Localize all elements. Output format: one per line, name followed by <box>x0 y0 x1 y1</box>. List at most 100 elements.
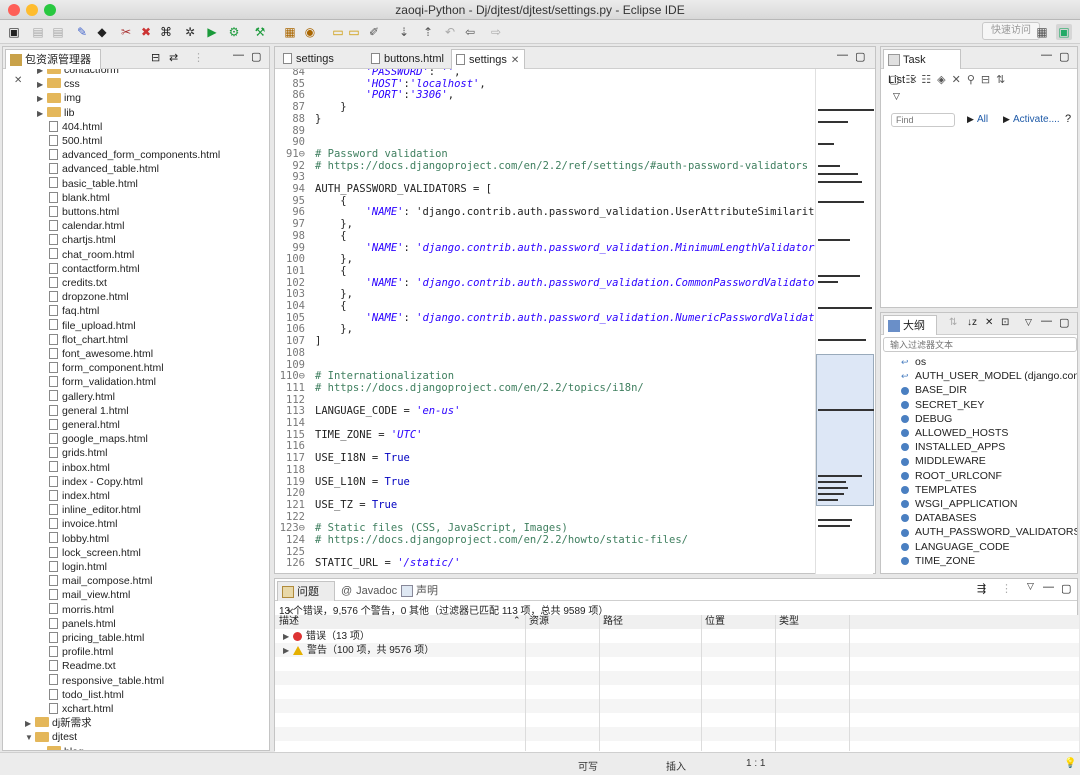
tree-file[interactable]: login.html <box>3 560 107 574</box>
outline-item[interactable]: ↩ os <box>881 355 926 369</box>
last-edit-icon[interactable]: ↶ <box>442 24 458 40</box>
code-line[interactable]: 102 'NAME': 'django.contrib.auth.passwor… <box>275 277 815 289</box>
code-line[interactable]: 109 <box>275 359 815 371</box>
minimap-viewport[interactable] <box>816 354 874 506</box>
code-line[interactable]: 105 'NAME': 'django.contrib.auth.passwor… <box>275 312 815 324</box>
tree-file[interactable]: responsive_table.html <box>3 674 164 688</box>
categorize-icon[interactable]: ☷ <box>905 74 921 86</box>
code-line[interactable]: 92 # https://docs.djangoproject.com/en/2.… <box>275 160 815 172</box>
maximize-icon[interactable]: ▢ <box>1061 582 1071 595</box>
column-path[interactable]: 路径 <box>603 615 623 629</box>
tree-file[interactable]: index - Copy.html <box>3 475 143 489</box>
outline-item[interactable]: WSGI_APPLICATION <box>881 497 1018 511</box>
filter-icon[interactable]: ↓z <box>967 317 977 328</box>
package-icon[interactable]: ▦ <box>282 24 298 40</box>
expand-all-icon[interactable]: ⊡ <box>1001 317 1009 328</box>
next-annotation-icon[interactable]: ⇣ <box>396 24 412 40</box>
tree-file[interactable]: font_awesome.html <box>3 347 153 361</box>
view-menu-chevron-down-icon[interactable]: ▽ <box>1027 581 1034 592</box>
chevron-right-icon[interactable]: ▶ <box>37 92 47 106</box>
tree-file[interactable]: xchart.html <box>3 702 113 716</box>
tree-file[interactable]: pricing_table.html <box>3 631 144 645</box>
tab-settings-1[interactable]: settings <box>279 49 365 69</box>
code-line[interactable]: 124 # https://docs.djangoproject.com/en/2… <box>275 534 815 546</box>
code-line[interactable]: 110⊖ # Internationalization <box>275 370 815 382</box>
maximize-icon[interactable]: ▢ <box>1059 316 1069 329</box>
column-description[interactable]: 描述 <box>279 615 299 629</box>
tree-file[interactable]: invoice.html <box>3 517 117 531</box>
code-line[interactable]: 123⊖ # Static files (CSS, JavaScript, Ima… <box>275 522 815 534</box>
tree-file[interactable]: credits.txt <box>3 276 107 290</box>
run-config-icon[interactable]: ⚙ <box>226 24 242 40</box>
tab-buttons-html[interactable]: buttons.html <box>367 49 451 69</box>
code-line[interactable]: 116 <box>275 440 815 452</box>
tree-file[interactable]: morris.html <box>3 603 114 617</box>
outline-item[interactable]: ALLOWED_HOSTS <box>881 426 1008 440</box>
build-icon[interactable]: ⌘ <box>158 24 174 40</box>
code-line[interactable]: 114 <box>275 417 815 429</box>
expand-arrow-icon[interactable]: ▶ <box>283 630 293 644</box>
tree-file[interactable]: contactform.html <box>3 262 140 276</box>
code-line[interactable]: 113 LANGUAGE_CODE = 'en-us' <box>275 405 815 417</box>
outline-item[interactable]: INSTALLED_APPS <box>881 440 1005 454</box>
new-icon[interactable]: ▣ <box>6 24 22 40</box>
tree-file[interactable]: basic_table.html <box>3 177 138 191</box>
tree-file[interactable]: general 1.html <box>3 404 129 418</box>
code-line[interactable]: 93 <box>275 171 815 183</box>
maximize-icon[interactable]: ▢ <box>251 50 261 63</box>
tree-file[interactable]: 404.html <box>3 120 102 134</box>
code-line[interactable]: 99 'NAME': 'django.contrib.auth.password… <box>275 242 815 254</box>
save-icon[interactable]: ▤ <box>30 24 46 40</box>
sort-chevron-up-icon[interactable]: ⌃ <box>513 615 521 626</box>
column-location[interactable]: 位置 <box>705 615 725 629</box>
link-editor-icon[interactable]: ⇄ <box>169 51 178 64</box>
tab-outline[interactable]: 大纲✕ <box>883 315 937 352</box>
code-line[interactable]: 111 # https://docs.djangoproject.com/en/2… <box>275 382 815 394</box>
sort-icon[interactable]: ⇅ <box>949 317 957 328</box>
tab-javadoc[interactable]: @ Javadoc <box>337 581 403 601</box>
tree-file[interactable]: gallery.html <box>3 390 115 404</box>
tree-file[interactable]: dropzone.html <box>3 290 129 304</box>
open-folder-icon[interactable]: ▭ <box>330 24 346 40</box>
filter-icon[interactable]: ◈ <box>937 74 951 86</box>
outline-item[interactable]: AUTH_PASSWORD_VALIDATORS <box>881 525 1077 539</box>
tree-file[interactable]: 500.html <box>3 134 102 148</box>
tree-file[interactable]: file_upload.html <box>3 319 136 333</box>
tree-file[interactable]: form_component.html <box>3 361 164 375</box>
view-menu-chevron-down-icon[interactable]: ▽ <box>1025 317 1032 328</box>
filter-icon[interactable]: ⋮ <box>1001 582 1012 595</box>
code-line[interactable]: 86 'PORT':'3306', <box>275 89 815 101</box>
scheduled-icon[interactable]: ☷ <box>921 74 937 86</box>
chevron-right-icon[interactable]: ▶ <box>25 717 35 731</box>
tree-file[interactable]: form_validation.html <box>3 375 156 389</box>
quick-access-input[interactable]: 快速访问 <box>982 22 1040 40</box>
tab-task-list[interactable]: Task List ✕ <box>883 49 961 86</box>
tree-file[interactable]: chartjs.html <box>3 233 116 247</box>
external-tools-icon[interactable]: ⚒ <box>252 24 268 40</box>
code-line[interactable]: 115 TIME_ZONE = 'UTC' <box>275 429 815 441</box>
code-line[interactable]: 103 }, <box>275 288 815 300</box>
skip-breakpoints-icon[interactable]: ✂ <box>118 24 134 40</box>
code-line[interactable]: 97 }, <box>275 218 815 230</box>
code-line[interactable]: 107] <box>275 335 815 347</box>
outline-item[interactable]: DEBUG <box>881 412 952 426</box>
tree-file[interactable]: Readme.txt <box>3 659 116 673</box>
outline-item[interactable]: ROOT_URLCONF <box>881 469 1002 483</box>
tree-file[interactable]: lobby.html <box>3 532 109 546</box>
maximize-icon[interactable]: ▢ <box>1059 50 1069 63</box>
chevron-down-icon[interactable]: ▼ <box>25 731 35 745</box>
tree-folder[interactable]: ▶ contactform <box>3 69 119 77</box>
code-line[interactable]: 94 AUTH_PASSWORD_VALIDATORS = [ <box>275 183 815 195</box>
tree-file[interactable]: general.html <box>3 418 120 432</box>
collapse-all-icon[interactable]: ⊟ <box>151 51 160 64</box>
tree-file[interactable]: flot_chart.html <box>3 333 128 347</box>
code-line[interactable]: 85 'HOST':'localhost', <box>275 78 815 90</box>
save-all-icon[interactable]: ▤ <box>50 24 66 40</box>
chevron-right-icon[interactable]: ▶ <box>37 107 47 121</box>
view-menu-icon[interactable]: ⋮ <box>193 51 204 64</box>
tree-file[interactable]: inline_editor.html <box>3 503 141 517</box>
minimize-icon[interactable]: — <box>233 49 244 61</box>
prev-annotation-icon[interactable]: ⇡ <box>420 24 436 40</box>
code-line[interactable]: 108 <box>275 347 815 359</box>
close-icon[interactable]: ✕ <box>511 55 519 66</box>
